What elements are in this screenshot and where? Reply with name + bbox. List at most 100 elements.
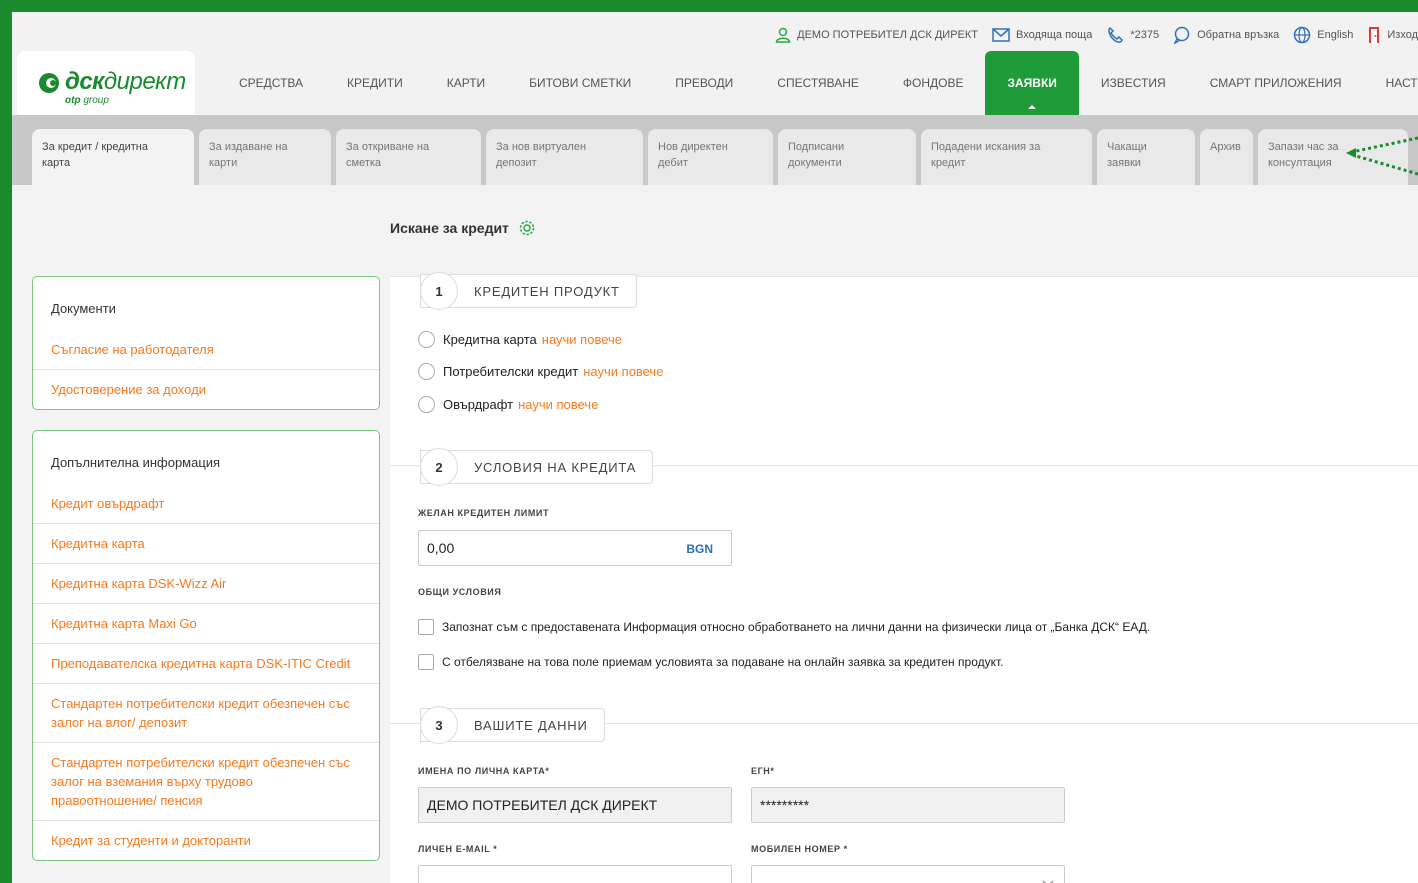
link-teacher-credit-card[interactable]: Преподавателска кредитна карта DSK-ITIC … xyxy=(33,643,379,683)
checkbox-box[interactable] xyxy=(418,619,434,635)
page-title-text: Искане за кредит xyxy=(390,220,509,236)
link-salary-secured-loan[interactable]: Стандартен потребителски кредит обезпече… xyxy=(33,742,379,820)
subtab-direct-debit[interactable]: Нов директен дебит xyxy=(648,129,773,185)
checkbox-data-processing[interactable]: Запознат съм с предоставената Информация… xyxy=(418,619,1150,635)
email-label: ЛИЧЕН E-MAIL * xyxy=(418,844,498,854)
section-credit-product: 1 КРЕДИТЕН ПРОДУКТ xyxy=(420,272,637,310)
nav-item-karti[interactable]: КАРТИ xyxy=(425,51,507,115)
radio-overdraft[interactable]: Овърдрафт научи повече xyxy=(418,396,598,413)
inbox-label: Входяща поща xyxy=(1016,29,1093,41)
main-nav: СРЕДСТВА КРЕДИТИ КАРТИ БИТОВИ СМЕТКИ ПРЕ… xyxy=(217,51,1418,115)
logout-link[interactable]: Изход xyxy=(1367,26,1418,44)
user-icon xyxy=(775,27,791,43)
nav-item-krediti[interactable]: КРЕДИТИ xyxy=(325,51,425,115)
feedback-link[interactable]: Обратна връзка xyxy=(1173,26,1279,44)
section-label: ВАШИТЕ ДАННИ xyxy=(474,717,588,733)
link-employer-consent[interactable]: Съгласие на работодателя xyxy=(33,334,379,369)
link-credit-card-maxi-go[interactable]: Кредитна карта Maxi Go xyxy=(33,603,379,643)
credit-limit-value: 0,00 xyxy=(427,540,455,556)
envelope-icon xyxy=(992,28,1010,42)
nav-item-zayavki[interactable]: ЗАЯВКИ xyxy=(985,51,1079,115)
checkbox-label: Запознат съм с предоставената Информация… xyxy=(442,620,1151,634)
nav-item-fondove[interactable]: ФОНДОВЕ xyxy=(881,51,986,115)
app-window: дскдирект otp group ДЕМО ПОТРЕБИТЕЛ ДСК … xyxy=(0,0,1418,883)
phone-label: МОБИЛЕН НОМЕР * xyxy=(751,844,848,854)
user-name: ДЕМО ПОТРЕБИТЕЛ ДСК ДИРЕКТ xyxy=(797,29,979,41)
nav-item-prevodi[interactable]: ПРЕВОДИ xyxy=(653,51,755,115)
additional-info-panel: Допълнителна информация Кредит овърдрафт… xyxy=(32,430,380,861)
chat-icon xyxy=(1173,26,1190,44)
subtab-bar: За кредит / кредитна карта За издаване на… xyxy=(12,115,1418,185)
inbox-link[interactable]: Входяща поща xyxy=(992,28,1092,42)
nav-item-nastroyki[interactable]: НАСТРОЙКИ xyxy=(1364,51,1418,115)
documents-title: Документи xyxy=(51,301,116,316)
globe-icon xyxy=(1294,26,1311,44)
link-student-loan[interactable]: Кредит за студенти и докторанти xyxy=(33,820,379,860)
link-deposit-secured-loan[interactable]: Стандартен потребителски кредит обезпече… xyxy=(33,683,379,742)
logo-mark-icon xyxy=(39,73,59,93)
email-input[interactable] xyxy=(418,865,732,883)
learn-more-link[interactable]: научи повече xyxy=(518,397,598,412)
egn-label: ЕГН* xyxy=(751,766,775,776)
radio-label: Овърдрафт xyxy=(443,397,514,412)
link-credit-card[interactable]: Кредитна карта xyxy=(33,523,379,563)
learn-more-link[interactable]: научи повече xyxy=(583,364,663,379)
credit-limit-input[interactable]: 0,00 BGN xyxy=(418,530,732,566)
annotation-arrow-icon xyxy=(1346,136,1418,176)
phone-link[interactable]: *2375 xyxy=(1106,26,1159,44)
radio-circle[interactable] xyxy=(418,396,435,413)
subtab-issue-cards[interactable]: За издаване на карти xyxy=(199,129,331,185)
section-your-data: 3 ВАШИТЕ ДАННИ xyxy=(420,706,605,744)
radio-consumer-loan[interactable]: Потребителски кредит научи повече xyxy=(418,363,663,380)
radio-circle[interactable] xyxy=(418,363,435,380)
logo-subtext: otp group xyxy=(65,95,109,106)
page-title: Искане за кредит xyxy=(390,220,535,236)
checkbox-label: С отбелязване на това поле приемам услов… xyxy=(442,655,1004,669)
nav-item-sredstva[interactable]: СРЕДСТВА xyxy=(217,51,325,115)
radio-credit-card[interactable]: Кредитна карта научи повече xyxy=(418,331,622,348)
nav-item-izvestiya[interactable]: ИЗВЕСТИЯ xyxy=(1079,51,1188,115)
checkbox-box[interactable] xyxy=(418,654,434,670)
additional-info-title: Допълнителна информация xyxy=(51,455,221,470)
radio-label: Потребителски кредит xyxy=(443,364,579,379)
learn-more-link[interactable]: научи повече xyxy=(542,332,622,347)
logout-label: Изход xyxy=(1387,29,1418,41)
currency-label: BGN xyxy=(686,542,713,556)
limit-label: ЖЕЛАН КРЕДИТЕН ЛИМИТ xyxy=(418,508,550,518)
link-credit-card-wizz-air[interactable]: Кредитна карта DSK-Wizz Air xyxy=(33,563,379,603)
phone-number: *2375 xyxy=(1130,29,1160,41)
name-field: ДЕМО ПОТРЕБИТЕЛ ДСК ДИРЕКТ xyxy=(418,787,732,823)
name-value: ДЕМО ПОТРЕБИТЕЛ ДСК ДИРЕКТ xyxy=(427,797,658,813)
name-label: ИМЕНА ПО ЛИЧНА КАРТА* xyxy=(418,766,550,776)
documents-panel: Документи Съгласие на работодателя Удост… xyxy=(32,276,380,410)
section-number: 1 xyxy=(420,272,458,310)
header: дскдирект otp group ДЕМО ПОТРЕБИТЕЛ ДСК … xyxy=(12,12,1418,115)
subtab-submitted-requests[interactable]: Подадени искания за кредит xyxy=(921,129,1092,185)
terms-label: ОБЩИ УСЛОВИЯ xyxy=(418,587,502,597)
subtab-credit-card[interactable]: За кредит / кредитна карта xyxy=(32,129,194,185)
language-link[interactable]: English xyxy=(1293,26,1353,44)
subtab-signed-documents[interactable]: Подписани документи xyxy=(778,129,916,185)
phone-icon xyxy=(1108,26,1124,43)
logout-door-icon xyxy=(1369,27,1380,43)
section-label: УСЛОВИЯ НА КРЕДИТА xyxy=(474,459,637,475)
nav-item-smart-prilozheniya[interactable]: СМАРТ ПРИЛОЖЕНИЯ xyxy=(1188,51,1364,115)
user-profile-link[interactable]: ДЕМО ПОТРЕБИТЕЛ ДСК ДИРЕКТ xyxy=(775,27,978,43)
egn-value: ********* xyxy=(760,797,810,813)
checkbox-accept-terms[interactable]: С отбелязване на това поле приемам услов… xyxy=(418,654,1004,670)
feedback-label: Обратна връзка xyxy=(1197,29,1280,41)
link-income-certificate[interactable]: Удостоверение за доходи xyxy=(33,369,379,409)
section-credit-terms: 2 УСЛОВИЯ НА КРЕДИТА xyxy=(420,448,654,486)
mobile-number-select[interactable] xyxy=(751,865,1065,883)
link-overdraft[interactable]: Кредит овърдрафт xyxy=(33,488,379,523)
nav-item-bitovi-smetki[interactable]: БИТОВИ СМЕТКИ xyxy=(507,51,653,115)
section-label: КРЕДИТЕН ПРОДУКТ xyxy=(474,283,620,299)
subtab-virtual-deposit[interactable]: За нов виртуален депозит xyxy=(486,129,643,185)
subtab-open-account[interactable]: За откриване на сметка xyxy=(336,129,481,185)
settings-gear-icon[interactable] xyxy=(519,220,535,236)
subtab-pending-requests[interactable]: Чакащи заявки xyxy=(1097,129,1195,185)
subtab-archive[interactable]: Архив xyxy=(1200,129,1253,185)
radio-circle[interactable] xyxy=(418,331,435,348)
utility-bar: ДЕМО ПОТРЕБИТЕЛ ДСК ДИРЕКТ Входяща поща … xyxy=(761,24,1418,46)
nav-item-spestyavane[interactable]: СПЕСТЯВАНЕ xyxy=(755,51,881,115)
